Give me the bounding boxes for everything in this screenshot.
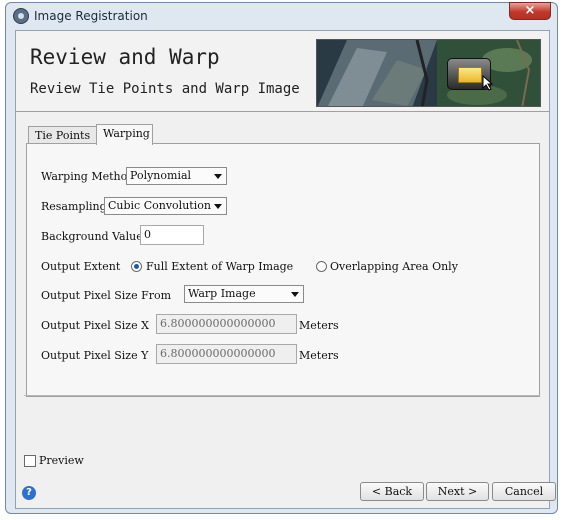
resampling-label: Resampling — [41, 200, 107, 213]
pixel-size-from-select[interactable]: Warp Image — [184, 285, 304, 303]
resampling-value: Cubic Convolution — [108, 199, 211, 212]
chevron-down-icon — [214, 204, 222, 209]
page-title: Review and Warp — [30, 45, 220, 69]
satellite-image-art — [317, 40, 540, 106]
background-value-label: Background Value — [41, 230, 143, 243]
cancel-button[interactable]: Cancel — [492, 482, 556, 501]
tab-tie-points[interactable]: Tie Points — [28, 126, 97, 144]
pixel-size-y-input: 6.800000000000000 — [156, 344, 297, 364]
next-button[interactable]: Next > — [426, 482, 489, 501]
pixel-size-x-unit: Meters — [299, 319, 339, 332]
pixel-size-y-unit: Meters — [299, 349, 339, 362]
output-extent-label: Output Extent — [41, 260, 121, 273]
resampling-select[interactable]: Cubic Convolution — [104, 197, 227, 215]
window-title: Image Registration — [34, 9, 148, 23]
app-icon — [13, 8, 29, 24]
warping-method-select[interactable]: Polynomial — [126, 167, 227, 185]
pixel-size-from-label: Output Pixel Size From — [41, 289, 172, 302]
radio-full-extent[interactable] — [131, 261, 142, 272]
chevron-down-icon — [291, 292, 299, 297]
pixel-size-y-label: Output Pixel Size Y — [41, 349, 149, 362]
warping-method-value: Polynomial — [130, 169, 192, 182]
chevron-down-icon — [214, 174, 222, 179]
title-bar: Image Registration × — [6, 2, 557, 31]
dialog-client: Review and Warp Review Tie Points and Wa… — [15, 30, 556, 509]
page-subtitle: Review Tie Points and Warp Image — [30, 81, 300, 97]
warping-panel: Warping Method Polynomial Resampling Cub… — [26, 143, 540, 397]
preview-label[interactable]: Preview — [39, 454, 84, 467]
image-registration-window: Image Registration × Review and Warp Rev… — [5, 2, 558, 514]
wizard-banner: Review and Warp Review Tie Points and Wa… — [16, 31, 549, 112]
preview-checkbox[interactable] — [24, 455, 36, 467]
help-icon[interactable]: ? — [22, 486, 36, 500]
warping-method-label: Warping Method — [41, 170, 135, 183]
close-button[interactable]: × — [509, 2, 551, 20]
back-button[interactable]: < Back — [360, 482, 424, 501]
background-value-input[interactable]: 0 — [140, 225, 204, 245]
pixel-size-x-input: 6.800000000000000 — [156, 314, 297, 334]
folder-icon — [458, 67, 482, 83]
radio-overlapping-area[interactable] — [316, 261, 327, 272]
full-extent-label[interactable]: Full Extent of Warp Image — [146, 260, 293, 273]
overlapping-area-label[interactable]: Overlapping Area Only — [330, 260, 458, 273]
pixel-size-x-label: Output Pixel Size X — [41, 319, 149, 332]
satellite-image — [316, 39, 541, 107]
divider — [24, 395, 540, 396]
pixel-size-from-value: Warp Image — [188, 287, 256, 300]
open-folder-button[interactable] — [447, 58, 494, 91]
cursor-icon — [482, 75, 494, 91]
tab-warping[interactable]: Warping — [96, 124, 153, 145]
